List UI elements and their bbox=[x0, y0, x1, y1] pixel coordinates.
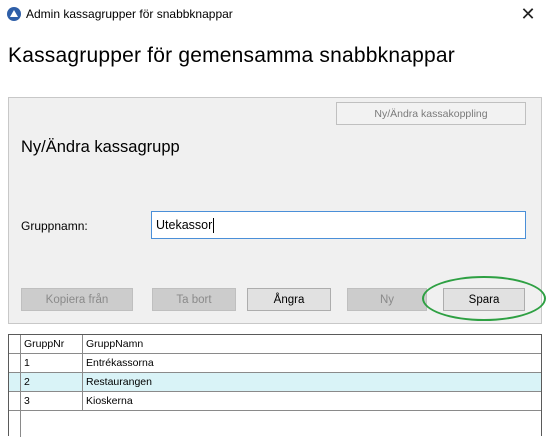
column-header-gruppnamn[interactable]: GruppNamn bbox=[83, 335, 541, 353]
group-name-input[interactable]: Utekassor bbox=[151, 211, 526, 239]
text-caret bbox=[213, 218, 215, 234]
kassakoppling-button[interactable]: Ny/Ändra kassakoppling bbox=[336, 102, 526, 125]
grid-header-row: GruppNr GruppNamn bbox=[9, 335, 541, 354]
cell-gruppnamn[interactable]: Kioskerna bbox=[83, 392, 541, 410]
row-selector[interactable] bbox=[9, 354, 21, 372]
table-row[interactable]: 1 Entrékassorna bbox=[9, 354, 541, 373]
cell-gruppnr[interactable]: 3 bbox=[21, 392, 83, 410]
cell-gruppnr[interactable]: 1 bbox=[21, 354, 83, 372]
cell-gruppnamn[interactable]: Entrékassorna bbox=[83, 354, 541, 372]
undo-button[interactable]: Ångra bbox=[247, 288, 331, 311]
window-title: Admin kassagrupper för snabbknappar bbox=[26, 7, 233, 21]
cell-gruppnr[interactable]: 2 bbox=[21, 373, 83, 391]
table-row[interactable]: 3 Kioskerna bbox=[9, 392, 541, 411]
row-selector[interactable] bbox=[9, 373, 21, 391]
page-title: Kassagrupper för gemensamma snabbknappar bbox=[8, 44, 455, 67]
close-icon[interactable]: ✕ bbox=[510, 0, 546, 28]
column-header-gruppnr[interactable]: GruppNr bbox=[21, 335, 83, 353]
grid-divider bbox=[20, 411, 21, 437]
section-heading: Ny/Ändra kassagrupp bbox=[21, 138, 180, 156]
delete-button[interactable]: Ta bort bbox=[152, 288, 236, 311]
title-bar: Admin kassagrupper för snabbknappar ✕ bbox=[0, 0, 546, 30]
group-grid[interactable]: GruppNr GruppNamn 1 Entrékassorna 2 Rest… bbox=[8, 334, 542, 437]
new-button[interactable]: Ny bbox=[347, 288, 427, 311]
table-row-selected[interactable]: 2 Restaurangen bbox=[9, 373, 541, 392]
copy-from-button[interactable]: Kopiera från bbox=[21, 288, 133, 311]
row-selector[interactable] bbox=[9, 392, 21, 410]
app-logo-icon bbox=[7, 7, 21, 21]
row-selector-header bbox=[9, 335, 21, 353]
group-name-value: Utekassor bbox=[156, 218, 213, 232]
group-name-label: Gruppnamn: bbox=[21, 219, 88, 233]
cell-gruppnamn[interactable]: Restaurangen bbox=[83, 373, 541, 391]
save-button[interactable]: Spara bbox=[443, 288, 525, 311]
